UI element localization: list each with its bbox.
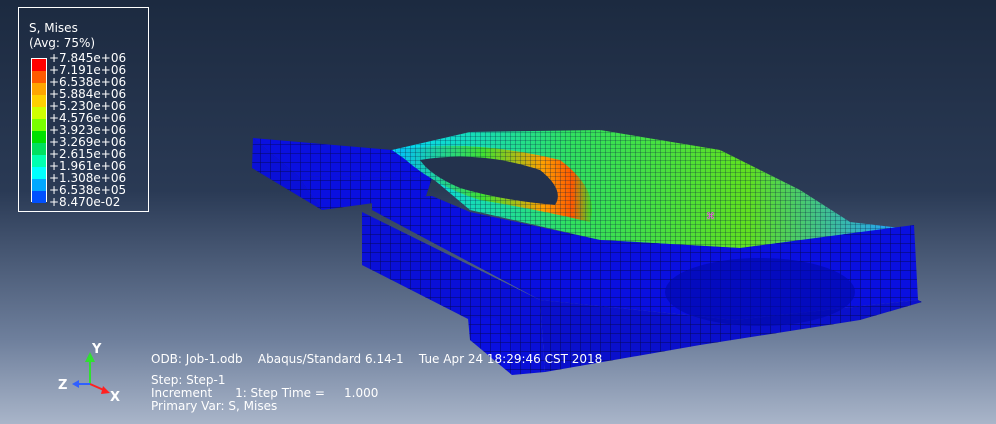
legend-color-segment [32, 191, 46, 203]
primary-var-info: Primary Var: S, Mises [151, 399, 278, 413]
legend-color-segment [32, 179, 46, 191]
legend-color-segment [32, 131, 46, 143]
odb-info: ODB: Job-1.odb Abaqus/Standard 6.14-1 Tu… [151, 352, 603, 366]
deformation-zone [665, 258, 855, 326]
node-marker: ⌘ [706, 212, 715, 222]
legend-color-segment [32, 59, 46, 71]
contour-legend[interactable]: S, Mises (Avg: 75%) +7.845e+06 +7.191e+06… [18, 7, 149, 212]
legend-title: S, Mises (Avg: 75%) [29, 21, 95, 51]
legend-color-bar [31, 58, 47, 203]
legend-color-segment [32, 119, 46, 131]
legend-value-label: +8.470e-02 [49, 195, 121, 209]
y-axis-label: Y [92, 342, 102, 357]
legend-color-segment [32, 83, 46, 95]
legend-color-segment [32, 167, 46, 179]
legend-color-segment [32, 155, 46, 167]
legend-labels: +7.845e+06 +7.191e+06 +6.538e+06 +5.884e+06… [49, 52, 126, 208]
legend-color-segment [32, 107, 46, 119]
legend-color-segment [32, 95, 46, 107]
legend-averaging: (Avg: 75%) [29, 36, 96, 50]
view-triad[interactable]: Y Z X [52, 340, 132, 415]
x-axis-label: X [110, 390, 121, 405]
legend-color-segment [32, 71, 46, 83]
z-axis-arrow [72, 380, 79, 388]
legend-color-segment [32, 143, 46, 155]
z-axis-label: Z [58, 378, 68, 393]
x-axis-arrow [101, 386, 110, 394]
viewport[interactable]: ⌘ S, Mises (Avg: 75%) +7.845e+06 +7.191e+… [0, 0, 996, 424]
legend-variable: S, Mises [29, 21, 78, 35]
viewport-info: ODB: Job-1.odb Abaqus/Standard 6.14-1 Tu… [151, 353, 602, 413]
